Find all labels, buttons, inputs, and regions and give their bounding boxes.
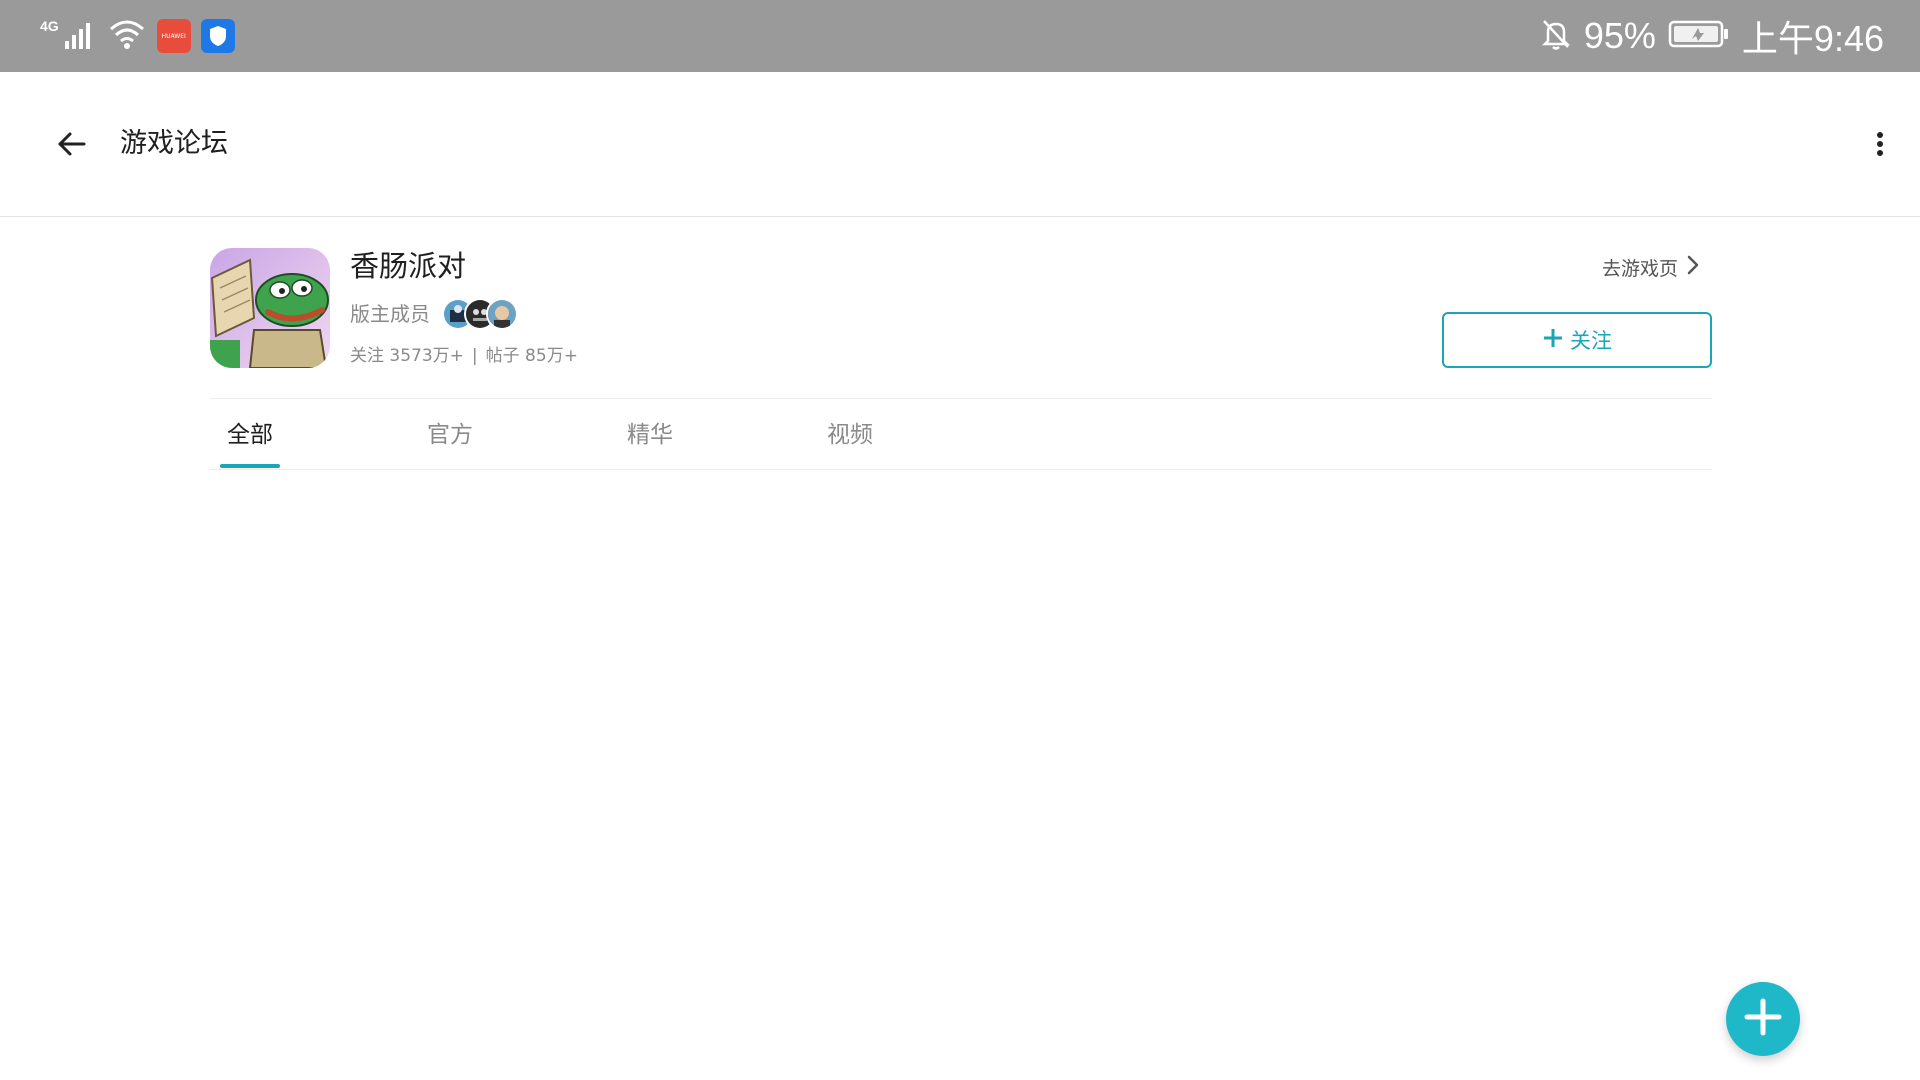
bell-off-icon xyxy=(1540,17,1572,55)
more-button[interactable] xyxy=(1864,122,1896,166)
forum-tabs: 全部 官方 精华 视频 xyxy=(210,400,1712,470)
app-bar: 游戏论坛 xyxy=(0,72,1920,217)
follow-button[interactable]: 关注 xyxy=(1442,312,1712,368)
divider xyxy=(210,398,1712,399)
plus-icon xyxy=(1743,997,1783,1041)
tab-official[interactable]: 官方 xyxy=(420,400,480,470)
followers-count: 关注 3573万+ xyxy=(350,346,464,366)
posts-count: 帖子 85万+ xyxy=(485,346,578,366)
goto-game-link[interactable]: 去游戏页 xyxy=(1602,254,1700,281)
moderator-avatars[interactable] xyxy=(442,298,518,330)
create-post-button[interactable] xyxy=(1726,982,1800,1056)
status-bar: 4G HUAWEI 95% 上午9:46 xyxy=(0,0,1920,72)
forum-stats: 关注 3573万+ | 帖子 85万+ xyxy=(350,344,578,368)
signal-icon xyxy=(63,17,97,55)
wifi-icon xyxy=(107,17,147,55)
stats-separator: | xyxy=(471,346,478,366)
chevron-right-icon xyxy=(1686,254,1700,281)
status-right: 95% 上午9:46 xyxy=(1540,14,1884,59)
avatar[interactable] xyxy=(486,298,518,330)
tab-all[interactable]: 全部 xyxy=(220,400,280,470)
clock: 上午9:46 xyxy=(1741,18,1884,59)
battery-icon xyxy=(1668,19,1730,53)
goto-game-label: 去游戏页 xyxy=(1601,258,1678,280)
tab-video[interactable]: 视频 xyxy=(820,400,880,470)
shield-icon xyxy=(200,19,235,53)
back-button[interactable] xyxy=(50,122,94,166)
forum-header: 香肠派对 版主成员 关注 3573万+ | 帖子 85万+ 去游戏页 关注 xyxy=(210,248,1712,398)
game-name: 香肠派对 xyxy=(350,249,467,283)
game-icon[interactable] xyxy=(210,248,330,368)
follow-label: 关注 xyxy=(1570,329,1612,353)
tab-featured[interactable]: 精华 xyxy=(620,400,680,470)
moderators-label: 版主成员 xyxy=(350,302,430,326)
more-vertical-icon xyxy=(1864,132,1896,170)
page-title: 游戏论坛 xyxy=(120,128,228,159)
tab-indicator xyxy=(220,464,280,468)
status-left: 4G HUAWEI xyxy=(40,14,235,58)
battery-percent: 95% xyxy=(1583,15,1656,56)
arrow-left-icon xyxy=(50,132,94,170)
huawei-app-icon: HUAWEI xyxy=(156,19,191,53)
plus-icon xyxy=(1542,327,1564,354)
network-type: 4G xyxy=(40,18,59,34)
